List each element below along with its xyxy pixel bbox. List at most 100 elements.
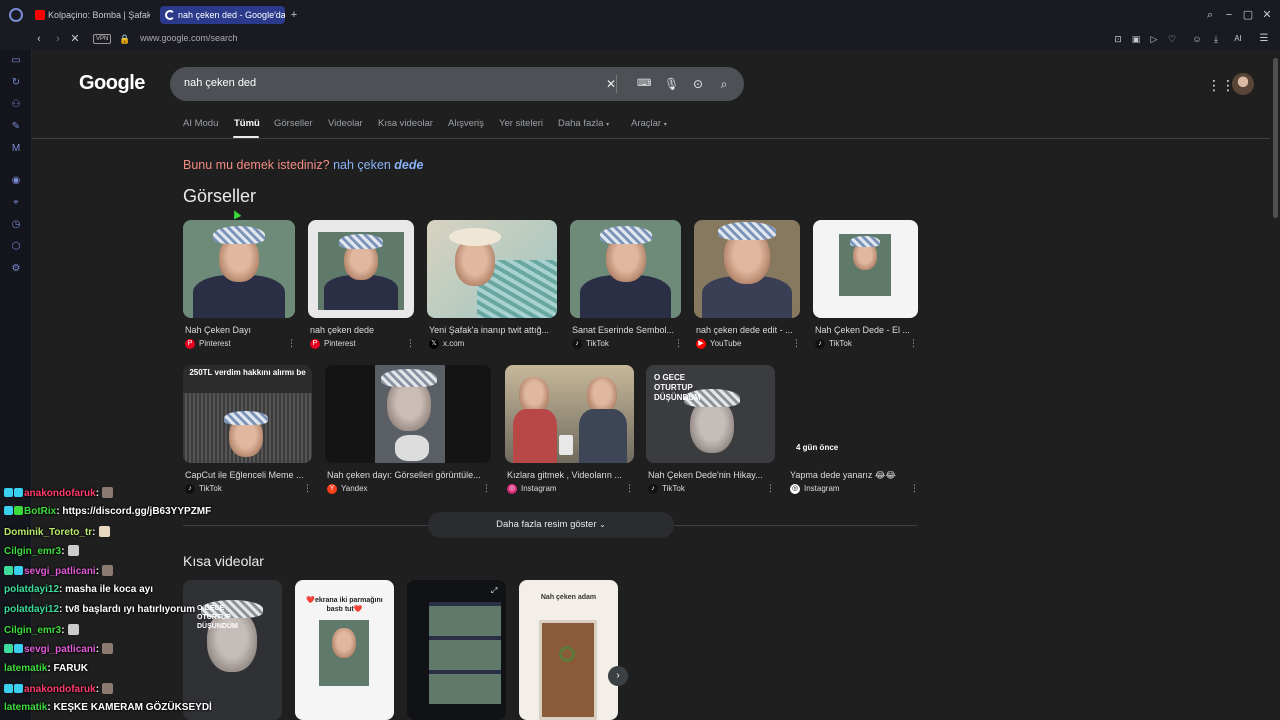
image-source[interactable]: ♪ TikTok [185,484,222,494]
messenger-icon[interactable]: M [10,143,22,155]
image-caption[interactable]: Nah Çeken Dede'nin Hikay... [648,470,772,480]
opera-logo-icon[interactable] [9,8,23,22]
kebab-icon[interactable]: ⋮ [406,338,415,349]
image-caption[interactable]: CapCut ile Eğlenceli Meme ... [185,470,309,480]
pin-icon[interactable]: ⌖ [10,197,22,209]
image-thumbnail[interactable] [813,220,918,318]
kebab-icon[interactable]: ⋮ [625,483,634,494]
image-result[interactable]: Nah Çeken Dayı P Pinterest ⋮ [183,220,296,350]
tab-all[interactable]: Tümü [234,118,260,129]
kebab-icon[interactable]: ⋮ [910,483,919,494]
stop-icon[interactable]: ✕ [68,32,82,46]
short-video-card[interactable]: O GECE OTURTUP DÜŞÜNDÜM [183,580,282,720]
image-result[interactable]: 250TL verdim hakkını alırmı be CapCut il… [183,365,312,495]
image-source[interactable]: Y Yandex [327,484,368,494]
tab-shopping[interactable]: Alışveriş [448,118,484,129]
search-tabs-icon[interactable]: ⌕ [1203,8,1217,22]
image-result[interactable]: Nah çeken dayı: Görselleri görüntüle... … [325,365,491,495]
tv-icon[interactable]: ▭ [10,55,22,67]
kebab-icon[interactable]: ⋮ [482,483,491,494]
image-result[interactable]: Sanat Eserinde Sembol... ♪ TikTok ⋮ [570,220,683,350]
image-result[interactable]: nah çeken dede edit - ... ▶ YouTube ⋮ [694,220,801,350]
pencil-icon[interactable]: ✎ [10,121,22,133]
image-source[interactable]: ♪ TikTok [572,339,609,349]
image-thumbnail[interactable]: 4 gün önce [788,365,918,463]
tab-ai-mode[interactable]: AI Modu [183,118,218,129]
image-source[interactable]: ♪ TikTok [815,339,852,349]
image-source[interactable]: ◎ Instagram [507,484,557,494]
search-input[interactable]: nah çeken ded [184,77,256,89]
menu-icon[interactable]: ☰ [1257,32,1271,46]
image-caption[interactable]: Yapma dede yanarız 😂😂 [790,470,908,481]
short-video-card[interactable]: ❤️ekrana iki parmağını bastı tut❤️ [295,580,394,720]
image-caption[interactable]: nah çeken dede [310,325,410,335]
image-caption[interactable]: Sanat Eserinde Sembol... [572,325,679,335]
kebab-icon[interactable]: ⋮ [674,338,683,349]
page-scrollbar[interactable] [1270,50,1280,720]
url-field[interactable]: www.google.com/search [140,33,238,43]
kebab-icon[interactable]: ⋮ [909,338,918,349]
maximize-icon[interactable]: ▢ [1241,8,1255,22]
short-video-card[interactable]: Nah çeken adam [519,580,618,720]
tab-short-videos[interactable]: Kısa videolar [378,118,433,129]
image-caption[interactable]: Nah Çeken Dayı [185,325,293,335]
did-you-mean-link[interactable]: nah çeken dede [333,158,423,172]
image-result[interactable]: nah çeken dede P Pinterest ⋮ [308,220,415,350]
forward-icon[interactable]: › [51,32,65,46]
tab-kolpacino[interactable]: Kolpaçino: Bomba | Şafak [30,6,150,24]
kebab-icon[interactable]: ⋮ [287,338,296,349]
lens-icon[interactable]: ⊙ [691,76,705,92]
image-thumbnail[interactable]: 250TL verdim hakkını alırmı be [183,365,312,463]
more-images-button[interactable]: Daha fazla resim göster ⌄ [428,512,674,538]
vpn-badge[interactable]: VPN [93,34,112,44]
player-icon[interactable]: ◉ [10,175,22,187]
image-thumbnail[interactable] [427,220,557,318]
cube-icon[interactable]: ⬡ [10,241,22,253]
image-result[interactable]: 4 gün önce Yapma dede yanarız 😂😂 ◎ Instag… [788,365,919,495]
tab-google-search[interactable]: nah çeken ded - Google'da [160,6,285,24]
image-thumbnail[interactable] [694,220,800,318]
tab-places[interactable]: Yer siteleri [499,118,543,129]
tab-videos[interactable]: Videolar [328,118,363,129]
carousel-next-button[interactable]: › [608,666,628,686]
kebab-icon[interactable]: ⋮ [766,483,775,494]
image-thumbnail[interactable] [505,365,634,463]
new-tab-icon[interactable]: + [287,8,301,22]
image-thumbnail[interactable] [325,365,491,463]
tab-images[interactable]: Görseller [274,118,313,129]
settings-icon[interactable]: ⚙ [10,263,22,275]
profile-icon[interactable]: ☺ [1190,32,1204,46]
search-icon[interactable]: ⌕ [717,76,731,92]
image-caption[interactable]: Nah çeken dayı: Görselleri görüntüle... [327,470,487,480]
image-result[interactable]: Nah Çeken Dede - El ... ♪ TikTok ⋮ [813,220,918,350]
short-video-card[interactable]: ⤢ [407,580,506,720]
search-box[interactable]: nah çeken ded ✕ ⌨ 🎙 ⊙ ⌕ [170,67,744,101]
image-thumbnail[interactable]: O GECE OTURTUP DÜŞÜNDÜM [646,365,775,463]
image-result[interactable]: Kızlara gitmek , Videoların ... ◎ Instagr… [505,365,634,495]
tab-tools[interactable]: Araçlar ▾ [631,118,667,129]
image-caption[interactable]: nah çeken dede edit - ... [696,325,796,335]
lock-icon[interactable]: 🔒 [118,32,132,46]
kebab-icon[interactable]: ⋮ [792,338,801,349]
heart-icon[interactable]: ♡ [1165,32,1179,46]
image-caption[interactable]: Kızlara gitmek , Videoların ... [507,470,631,480]
back-icon[interactable]: ‹ [32,32,46,46]
refresh-icon[interactable]: ↻ [10,77,22,89]
tab-more[interactable]: Daha fazla ▾ [558,118,609,129]
minimize-icon[interactable]: − [1222,8,1236,22]
close-window-icon[interactable]: ✕ [1260,8,1274,22]
keyboard-icon[interactable]: ⌨ [637,76,651,92]
extensions-icon[interactable]: ⚇ [10,99,22,111]
image-result[interactable]: Yeni Şafak'a inanıp twit attığ... 𝕏x.com [427,220,557,350]
image-source[interactable]: P Pinterest [185,339,231,349]
image-caption[interactable]: Yeni Şafak'a inanıp twit attığ... [429,325,553,335]
play-icon[interactable]: ▷ [1147,32,1161,46]
expand-icon[interactable]: ⤢ [491,586,497,596]
scrollbar-thumb[interactable] [1273,58,1278,218]
image-result[interactable]: O GECE OTURTUP DÜŞÜNDÜM Nah Çeken Dede'n… [646,365,775,495]
bookmark-icon[interactable]: ⊡ [1111,32,1125,46]
history-icon[interactable]: ◷ [10,219,22,231]
image-thumbnail[interactable] [183,220,295,318]
kebab-icon[interactable]: ⋮ [303,483,312,494]
image-thumbnail[interactable] [570,220,681,318]
